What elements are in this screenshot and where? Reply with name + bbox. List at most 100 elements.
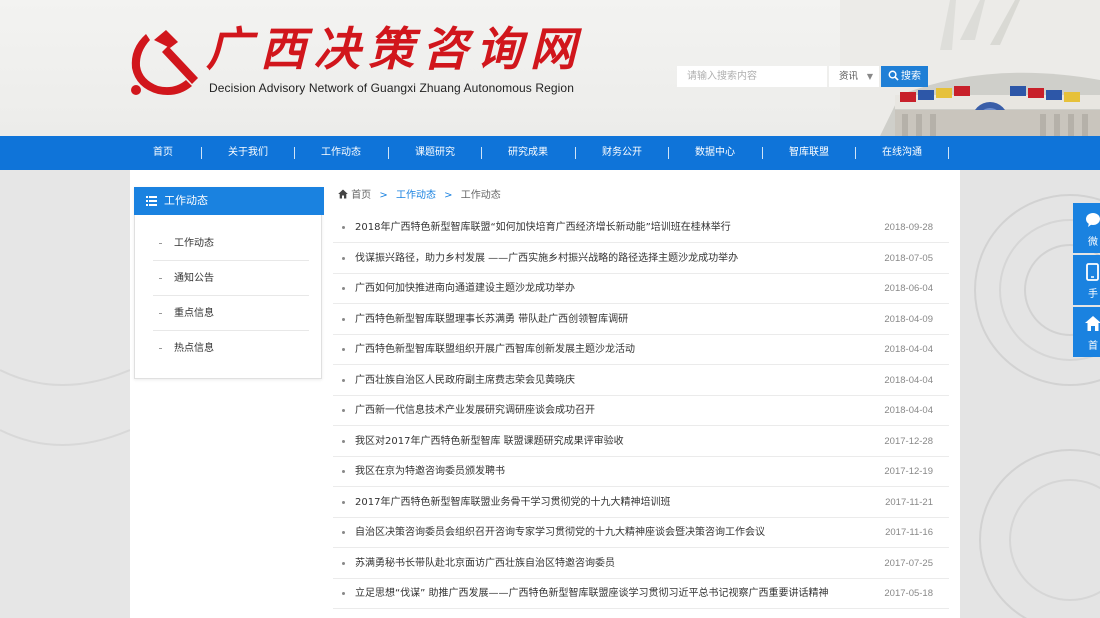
breadcrumb-home[interactable]: 首页 — [351, 190, 371, 201]
nav-item-research-topics[interactable]: 课题研究 — [415, 136, 455, 170]
news-item[interactable]: 广西新一代信息技术产业发展研究调研座谈会成功召开 2018-04-04 — [333, 396, 949, 426]
sidebar: 工作动态 工作动态 通知公告 重点信息 热点信息 — [134, 187, 324, 379]
nav-item-home[interactable]: 首页 — [153, 136, 173, 170]
nav-divider — [668, 147, 669, 159]
sidebar-item-label: 热点信息 — [174, 343, 214, 354]
news-date: 2018-04-04 — [884, 344, 933, 355]
sidebar-header-label: 工作动态 — [164, 194, 208, 207]
news-date: 2018-09-28 — [884, 222, 933, 233]
nav-item-think-tank[interactable]: 智库联盟 — [789, 136, 829, 170]
news-item[interactable]: 自治区决策咨询委员会组织召开咨询专家学习贯彻党的十九大精神座谈会暨决策咨询工作会… — [333, 518, 949, 548]
news-title[interactable]: 广西如何加快推进南向通道建设主题沙龙成功举办 — [355, 274, 575, 304]
bullet-icon — [342, 317, 345, 321]
nav-divider — [948, 147, 949, 159]
breadcrumb-separator: > — [379, 190, 388, 201]
bullet-icon — [342, 409, 345, 412]
float-tab-label: 首 — [1088, 341, 1098, 352]
home-icon — [338, 189, 348, 199]
breadcrumb-section[interactable]: 工作动态 — [396, 190, 436, 201]
news-item[interactable]: 广西特色新型智库联盟理事长苏满勇 带队赴广西创领智库调研 2018-04-09 — [333, 305, 949, 335]
news-date: 2018-06-04 — [884, 283, 933, 294]
sidebar-item-label: 工作动态 — [174, 238, 214, 249]
float-tab-mobile[interactable]: 手 — [1073, 255, 1100, 305]
news-title[interactable]: 广西特色新型智库联盟理事长苏满勇 带队赴广西创领智库调研 — [355, 305, 628, 335]
news-item[interactable]: 苏满勇秘书长带队赴北京面访广西壮族自治区特邀咨询委员 2017-07-25 — [333, 549, 949, 579]
news-item[interactable]: 广西特色新型智库联盟组织开展广西智库创新发展主题沙龙活动 2018-04-04 — [333, 335, 949, 365]
news-title[interactable]: 2018年广西特色新型智库联盟“如何加快培育广西经济增长新动能”培训班在桂林举行 — [355, 213, 731, 243]
news-title[interactable]: 我区在京为特邀咨询委员颁发聘书 — [355, 457, 505, 487]
bullet-icon — [159, 348, 162, 349]
news-date: 2018-07-05 — [884, 252, 933, 264]
nav-item-online-contact[interactable]: 在线沟通 — [882, 136, 922, 170]
news-date: 2018-04-09 — [884, 313, 933, 325]
news-item[interactable]: 我区在京为特邀咨询委员颁发聘书 2017-12-19 — [333, 457, 949, 487]
background-pattern-left — [0, 170, 130, 618]
site-header: 广西决策咨询网 Decision Advisory Network of Gua… — [0, 0, 1100, 136]
search-icon — [888, 70, 899, 81]
bullet-icon — [342, 500, 345, 504]
news-title[interactable]: 伐谋振兴路径，助力乡村发展 ——广西实施乡村振兴战略的路径选择主题沙龙成功举办 — [355, 244, 738, 274]
nav-item-data-center[interactable]: 数据中心 — [695, 136, 735, 170]
nav-divider — [294, 147, 295, 159]
sidebar-item-hot-info[interactable]: 热点信息 — [153, 331, 309, 366]
bullet-icon — [342, 256, 345, 260]
news-item[interactable]: 2017年广西特色新型智库联盟业务骨干学习贯彻党的十九大精神培训班 2017-11… — [333, 488, 949, 518]
search-input[interactable] — [677, 66, 827, 87]
bullet-icon — [342, 348, 345, 351]
search-button-label: 搜索 — [901, 71, 921, 82]
news-title[interactable]: 2017年广西特色新型智库联盟业务骨干学习贯彻党的十九大精神培训班 — [355, 488, 670, 518]
sidebar-item-key-info[interactable]: 重点信息 — [153, 296, 309, 331]
nav-divider — [388, 147, 389, 159]
bullet-icon — [342, 561, 345, 565]
news-item[interactable]: 伐谋振兴路径，助力乡村发展 ——广西实施乡村振兴战略的路径选择主题沙龙成功举办 2… — [333, 244, 949, 274]
news-title[interactable]: 苏满勇秘书长带队赴北京面访广西壮族自治区特邀咨询委员 — [355, 549, 615, 579]
news-title[interactable]: 广西新一代信息技术产业发展研究调研座谈会成功召开 — [355, 396, 595, 426]
float-tab-wechat[interactable]: 微 — [1073, 203, 1100, 253]
mobile-icon — [1086, 263, 1099, 281]
bullet-icon — [342, 226, 345, 229]
float-tab-home[interactable]: 首 — [1073, 307, 1100, 357]
nav-divider — [201, 147, 202, 159]
nav-item-work-news[interactable]: 工作动态 — [321, 136, 361, 170]
search-category-select[interactable]: 资讯 ▼ — [829, 66, 879, 87]
sidebar-item-work-news[interactable]: 工作动态 — [153, 226, 309, 261]
news-date: 2017-12-28 — [884, 435, 933, 447]
news-date: 2017-12-19 — [884, 466, 933, 477]
sidebar-item-notices[interactable]: 通知公告 — [153, 261, 309, 296]
sidebar-item-label: 通知公告 — [174, 273, 214, 284]
nav-item-about[interactable]: 关于我们 — [228, 136, 268, 170]
header-decoration-image — [840, 0, 1100, 136]
news-item[interactable]: 广西如何加快推进南向通道建设主题沙龙成功举办 2018-06-04 — [333, 274, 949, 304]
news-date: 2018-04-04 — [884, 405, 933, 416]
search-category-value: 资讯 — [839, 71, 859, 82]
bullet-icon — [342, 470, 345, 473]
news-item[interactable]: 广西壮族自治区人民政府副主席费志荣会见黄晓庆 2018-04-04 — [333, 366, 949, 396]
news-title[interactable]: 立足思想“伐谋” 助推广西发展——广西特色新型智库联盟座谈学习贯彻习近平总书记视… — [355, 579, 829, 609]
news-date: 2017-05-18 — [884, 588, 933, 599]
news-title[interactable]: 我区对2017年广西特色新型智库 联盟课题研究成果评审验收 — [355, 427, 624, 457]
nav-divider — [481, 147, 482, 159]
list-menu-icon — [146, 196, 157, 206]
search-button[interactable]: 搜索 — [881, 66, 928, 87]
bullet-icon — [342, 592, 345, 595]
bullet-icon — [342, 378, 345, 382]
news-title[interactable]: 广西壮族自治区人民政府副主席费志荣会见黄晓庆 — [355, 366, 575, 396]
content-panel: 工作动态 工作动态 通知公告 重点信息 热点信息 首页 > 工作动态 > 工作动… — [130, 170, 960, 618]
bullet-icon — [159, 278, 162, 279]
news-item[interactable]: 立足思想“伐谋” 助推广西发展——广西特色新型智库联盟座谈学习贯彻习近平总书记视… — [333, 579, 949, 609]
news-date: 2018-04-04 — [884, 374, 933, 386]
news-title[interactable]: 自治区决策咨询委员会组织召开咨询专家学习贯彻党的十九大精神座谈会暨决策咨询工作会… — [355, 518, 765, 548]
nav-item-finance[interactable]: 财务公开 — [602, 136, 642, 170]
float-tab-label: 微 — [1088, 237, 1098, 248]
float-tab-label: 手 — [1088, 289, 1098, 300]
home-icon — [1085, 316, 1100, 331]
news-item[interactable]: 2018年广西特色新型智库联盟“如何加快培育广西经济增长新动能”培训班在桂林举行… — [333, 213, 949, 243]
hammer-sickle-logo-icon — [131, 30, 198, 95]
news-date: 2017-11-21 — [885, 496, 933, 508]
nav-divider — [855, 147, 856, 159]
news-title[interactable]: 广西特色新型智库联盟组织开展广西智库创新发展主题沙龙活动 — [355, 335, 635, 365]
nav-item-research-results[interactable]: 研究成果 — [508, 136, 548, 170]
news-item[interactable]: 我区对2017年广西特色新型智库 联盟课题研究成果评审验收 2017-12-28 — [333, 427, 949, 457]
nav-divider — [762, 147, 763, 159]
chat-icon — [1086, 213, 1100, 227]
